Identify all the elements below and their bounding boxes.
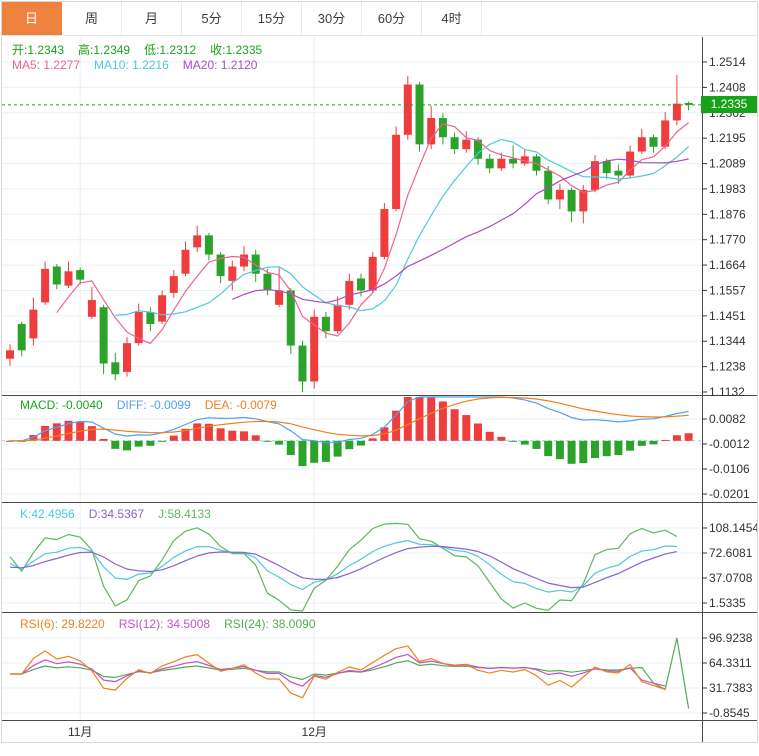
- legend-rsi-item: RSI(12): 34.5008: [119, 617, 210, 631]
- y-axis-label: -0.0012: [709, 437, 750, 451]
- tab-15min[interactable]: 15分: [242, 2, 302, 35]
- legend-ohlc-item: 收:1.2335: [210, 43, 262, 57]
- candles-layer: [6, 75, 693, 392]
- legend-ma-item: MA5: 1.2277: [12, 58, 80, 72]
- y-axis-label: 1.2408: [709, 80, 746, 94]
- y-axis-label: 1.1664: [709, 258, 746, 272]
- y-axis-label: 1.1132: [709, 385, 745, 399]
- chart-canvas[interactable]: 1.25141.24081.23021.21951.20891.19831.18…: [2, 2, 757, 742]
- x-axis-month-label: 12月: [302, 725, 327, 739]
- legend-macd: MACD: -0.0040 DIFF: -0.0099 DEA: -0.0079: [20, 398, 291, 412]
- y-axis-label: 1.1983: [709, 182, 746, 196]
- legend-macd-item: DIFF: -0.0099: [117, 398, 191, 412]
- rsi-panel: [10, 638, 689, 709]
- y-axis-label: 96.9238: [709, 631, 753, 645]
- y-axis-label: 1.1770: [709, 233, 746, 247]
- legend-macd-item: DEA: -0.0079: [205, 398, 277, 412]
- legend-kdj-item: D:34.5367: [89, 507, 144, 521]
- legend-rsi-item: RSI(6): 29.8220: [20, 617, 105, 631]
- legend-rsi: RSI(6): 29.8220 RSI(12): 34.5008 RSI(24): …: [20, 617, 330, 631]
- tab-week[interactable]: 周: [62, 2, 122, 35]
- y-axis-label: 1.1238: [709, 360, 746, 374]
- legend-ohlc-item: 低:1.2312: [144, 43, 196, 57]
- legend-ohlc-item: 开:1.2343: [12, 43, 64, 57]
- y-axis-label: 1.2089: [709, 157, 746, 171]
- tab-day[interactable]: 日: [2, 2, 62, 35]
- y-axis-label: 1.1451: [709, 309, 746, 323]
- y-axis-label: 1.5335: [709, 596, 746, 610]
- x-axis-month-label: 11月: [68, 725, 92, 739]
- y-axis-label: 108.1454: [709, 521, 757, 535]
- y-axis-label: 0.0082: [709, 412, 746, 426]
- legend-ohlc: 开:1.2343 高:1.2349 低:1.2312 收:1.2335: [12, 41, 276, 58]
- legend-ma-item: MA10: 1.2216: [94, 58, 169, 72]
- current-price-badge: 1.2335: [701, 96, 757, 113]
- tab-30min[interactable]: 30分: [302, 2, 362, 35]
- y-axis-label: 72.6081: [709, 546, 753, 560]
- ma-layer: [57, 123, 689, 344]
- legend-ohlc-item: 高:1.2349: [78, 43, 130, 57]
- y-axis-label: -0.0201: [709, 487, 750, 501]
- tab-bar: 日周月5分15分30分60分4时: [2, 2, 757, 36]
- y-axis-label: 1.1876: [709, 207, 746, 221]
- tab-5min[interactable]: 5分: [182, 2, 242, 35]
- y-axis-label: 1.2514: [709, 55, 746, 69]
- y-axis-label: 1.1344: [709, 334, 746, 348]
- legend-macd-item: MACD: -0.0040: [20, 398, 103, 412]
- tab-4hour[interactable]: 4时: [422, 2, 482, 35]
- y-axis-label: 64.3311: [709, 656, 752, 670]
- legend-kdj: K:42.4956 D:34.5367 J:58.4133: [20, 507, 225, 521]
- y-axis-label: 37.0708: [709, 571, 753, 585]
- y-axis-label: 1.2195: [709, 131, 746, 145]
- y-axis-label: -0.0106: [709, 462, 750, 476]
- tab-month[interactable]: 月: [122, 2, 182, 35]
- chart-app: 日周月5分15分30分60分4时 1.25141.24081.23021.219…: [1, 1, 758, 743]
- y-axis-label: 1.1557: [709, 283, 746, 297]
- legend-ma: MA5: 1.2277 MA10: 1.2216 MA20: 1.2120: [12, 58, 271, 72]
- tab-60min[interactable]: 60分: [362, 2, 422, 35]
- legend-kdj-item: J:58.4133: [158, 507, 211, 521]
- legend-kdj-item: K:42.4956: [20, 507, 75, 521]
- y-axis-label: 31.7383: [709, 681, 753, 695]
- kdj-panel: [10, 523, 677, 611]
- legend-ma-item: MA20: 1.2120: [183, 58, 258, 72]
- y-axis-label: -0.8545: [709, 706, 750, 720]
- legend-rsi-item: RSI(24): 38.0090: [224, 617, 315, 631]
